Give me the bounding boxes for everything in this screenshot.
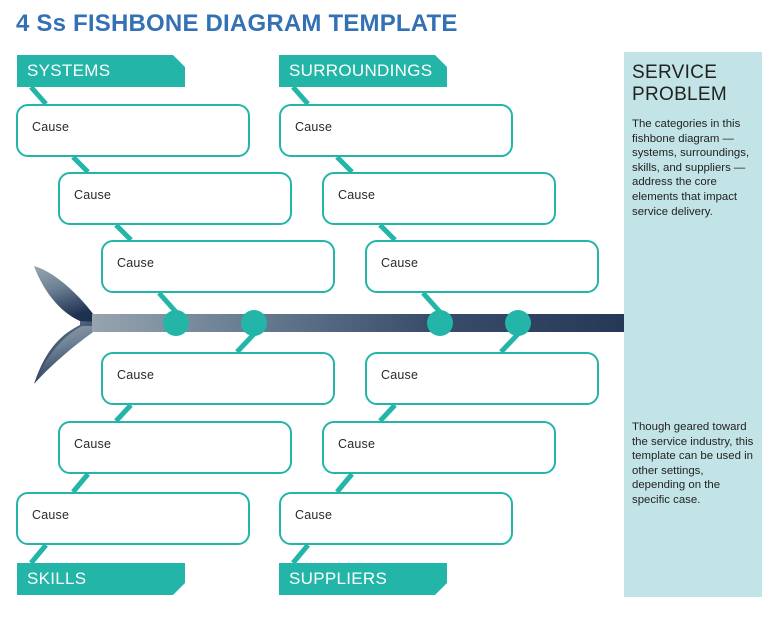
category-label-skills-text: SKILLS: [27, 569, 87, 588]
connector-systems-1-2: [71, 155, 90, 174]
cause-text: Cause: [338, 188, 376, 202]
cause-box-suppliers-2[interactable]: Cause: [322, 421, 556, 474]
spine-node-surroundings[interactable]: [427, 310, 453, 336]
cause-box-skills-2[interactable]: Cause: [58, 421, 292, 474]
connector-skills-1-2: [114, 403, 133, 423]
connector-suppliers-2-3: [335, 472, 354, 494]
service-problem-paragraph-2: Though geared toward the service industr…: [632, 421, 754, 506]
service-problem-panel: SERVICE PROBLEM The categories in this f…: [624, 52, 762, 597]
connector-systems-2-3: [114, 223, 133, 242]
cause-text: Cause: [117, 368, 155, 382]
cause-box-systems-2[interactable]: Cause: [58, 172, 292, 225]
cause-box-skills-3[interactable]: Cause: [16, 492, 250, 545]
category-label-surroundings[interactable]: SURROUNDINGS: [279, 55, 447, 87]
category-label-suppliers-text: SUPPLIERS: [289, 569, 388, 588]
category-label-suppliers[interactable]: SUPPLIERS: [279, 563, 447, 595]
cause-box-surroundings-1[interactable]: Cause: [279, 104, 513, 157]
connector-suppliers-node-1[interactable]: [499, 332, 520, 354]
service-problem-paragraph-1: The categories in this fishbone diagram …: [632, 118, 750, 218]
connector-suppliers-1-2: [378, 403, 397, 423]
connector-skills-3-label: [29, 543, 48, 565]
cause-box-surroundings-3[interactable]: Cause: [365, 240, 599, 293]
category-label-surroundings-text: SURROUNDINGS: [289, 61, 433, 80]
cause-box-systems-1[interactable]: Cause: [16, 104, 250, 157]
cause-text: Cause: [32, 508, 70, 522]
cause-text: Cause: [381, 256, 419, 270]
cause-box-skills-1[interactable]: Cause: [101, 352, 335, 405]
cause-box-suppliers-1[interactable]: Cause: [365, 352, 599, 405]
cause-box-suppliers-3[interactable]: Cause: [279, 492, 513, 545]
cause-text: Cause: [32, 120, 70, 134]
category-label-systems[interactable]: SYSTEMS: [17, 55, 185, 87]
category-label-skills[interactable]: SKILLS: [17, 563, 185, 595]
cause-text: Cause: [381, 368, 419, 382]
spine-node-suppliers[interactable]: [505, 310, 531, 336]
cause-box-surroundings-2[interactable]: Cause: [322, 172, 556, 225]
connector-suppliers-3-label: [291, 543, 310, 565]
connector-surroundings-label: [291, 85, 310, 106]
connector-surroundings-3-node: [421, 291, 442, 314]
service-problem-title: SERVICE PROBLEM: [632, 62, 728, 105]
connector-skills-node-1[interactable]: [235, 332, 256, 354]
cause-text: Cause: [295, 120, 333, 134]
connector-systems-3-node: [157, 291, 178, 314]
cause-text: Cause: [338, 437, 376, 451]
spine-node-skills[interactable]: [241, 310, 267, 336]
connector-systems-label: [29, 85, 48, 106]
cause-box-systems-3[interactable]: Cause: [101, 240, 335, 293]
connector-surroundings-1-2: [335, 155, 354, 174]
fishbone-diagram-page: 4 Ss FISHBONE DIAGRAM TEMPLATE SYSTEMS S…: [0, 0, 777, 626]
connector-skills-2-3: [71, 472, 90, 494]
cause-text: Cause: [74, 437, 112, 451]
cause-text: Cause: [74, 188, 112, 202]
cause-text: Cause: [117, 256, 155, 270]
spine-node-systems[interactable]: [163, 310, 189, 336]
connector-surroundings-2-3: [378, 223, 397, 242]
cause-text: Cause: [295, 508, 333, 522]
category-label-systems-text: SYSTEMS: [27, 61, 111, 80]
